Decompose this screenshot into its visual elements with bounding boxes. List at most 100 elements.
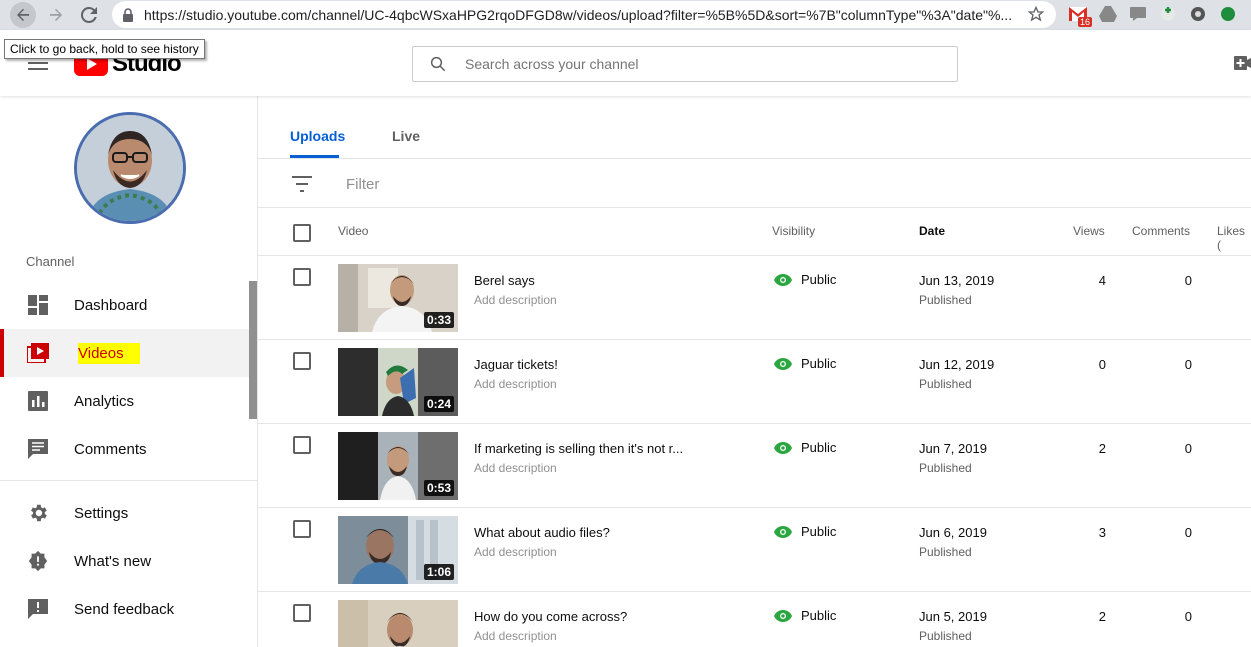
chat-icon[interactable] — [1128, 4, 1148, 24]
video-description[interactable]: Add description — [474, 377, 557, 391]
channel-section-label: Channel — [26, 254, 75, 269]
video-comments: 0 — [1184, 441, 1192, 456]
video-date: Jun 12, 2019 — [919, 357, 995, 372]
row-checkbox[interactable] — [293, 268, 311, 286]
video-thumbnail[interactable]: 0:24 — [338, 348, 458, 416]
visibility-label: Public — [801, 524, 837, 539]
search-input[interactable] — [465, 56, 925, 72]
table-row[interactable]: 1:06 What about audio files? Add descrip… — [258, 508, 1251, 592]
browser-toolbar: https://studio.youtube.com/channel/UC-4q… — [0, 0, 1251, 30]
row-checkbox[interactable] — [293, 352, 311, 370]
visibility-cell[interactable]: Public — [774, 440, 836, 455]
sidebar-item-dashboard[interactable]: Dashboard — [0, 281, 257, 329]
column-visibility[interactable]: Visibility — [772, 224, 815, 238]
select-all-checkbox[interactable] — [293, 224, 311, 242]
video-duration: 1:06 — [423, 564, 454, 580]
visibility-label: Public — [801, 440, 837, 455]
sidebar-item-videos[interactable]: Videos — [0, 329, 257, 377]
sidebar-item-whats-new[interactable]: What's new — [0, 537, 257, 585]
extension-tray: 16 — [1068, 4, 1238, 27]
table-header: Video Visibility Date Views Comments Lik… — [258, 208, 1251, 256]
table-row[interactable]: How do you come across? Add description … — [258, 592, 1251, 647]
sidebar: Channel Dashboard Videos Analytics Comme… — [0, 96, 258, 647]
gmail-icon[interactable]: 16 — [1068, 4, 1092, 27]
video-thumbnail[interactable] — [338, 600, 458, 647]
column-comments[interactable]: Comments — [1132, 224, 1190, 238]
visibility-cell[interactable]: Public — [774, 272, 836, 287]
sidebar-item-label: Dashboard — [74, 296, 148, 314]
sidebar-item-label: Send feedback — [74, 600, 175, 618]
sidebar-item-label: What's new — [74, 552, 152, 570]
video-description[interactable]: Add description — [474, 545, 557, 559]
eye-icon — [774, 609, 792, 622]
sidebar-item-label: Comments — [74, 440, 147, 458]
sidebar-item-analytics[interactable]: Analytics — [0, 377, 257, 425]
video-views: 4 — [1098, 273, 1106, 288]
forward-button[interactable] — [43, 2, 69, 28]
row-checkbox[interactable] — [293, 604, 311, 622]
back-button[interactable] — [10, 2, 36, 28]
video-description[interactable]: Add description — [474, 629, 557, 643]
drive-icon[interactable] — [1098, 4, 1118, 24]
video-thumbnail[interactable]: 1:06 — [338, 516, 458, 584]
record-icon[interactable] — [1188, 4, 1208, 24]
settings-icon — [26, 501, 50, 525]
filter-bar[interactable]: Filter — [258, 160, 1251, 208]
video-title[interactable]: Jaguar tickets! — [474, 357, 558, 372]
create-video-icon[interactable] — [1234, 56, 1251, 70]
tab-uploads[interactable]: Uploads — [290, 128, 345, 144]
eye-icon — [774, 441, 792, 454]
row-checkbox[interactable] — [293, 436, 311, 454]
eye-icon — [774, 273, 792, 286]
table-row[interactable]: 0:24 Jaguar tickets! Add description Pub… — [258, 340, 1251, 424]
video-comments: 0 — [1184, 609, 1192, 624]
column-views[interactable]: Views — [1073, 224, 1105, 238]
video-description[interactable]: Add description — [474, 461, 557, 475]
address-bar[interactable]: https://studio.youtube.com/channel/UC-4q… — [112, 1, 1056, 28]
video-thumbnail[interactable]: 0:33 — [338, 264, 458, 332]
tab-live[interactable]: Live — [392, 128, 420, 144]
video-duration: 0:53 — [423, 480, 454, 496]
profile-icon[interactable] — [1218, 4, 1238, 24]
sidebar-item-send-feedback[interactable]: Send feedback — [0, 585, 257, 633]
video-title[interactable]: How do you come across? — [474, 609, 627, 624]
filter-placeholder[interactable]: Filter — [346, 176, 379, 193]
back-tooltip: Click to go back, hold to see history — [4, 39, 205, 59]
sidebar-item-comments[interactable]: Comments — [0, 425, 257, 473]
bookmark-star-icon[interactable] — [1028, 6, 1044, 22]
visibility-label: Public — [801, 356, 837, 371]
video-views: 2 — [1098, 609, 1106, 624]
table-row[interactable]: 0:53 If marketing is selling then it's n… — [258, 424, 1251, 508]
video-title[interactable]: If marketing is selling then it's not r.… — [474, 441, 683, 456]
video-date: Jun 7, 2019 — [919, 441, 987, 456]
sidebar-item-label: Settings — [74, 504, 129, 522]
feedback-icon — [26, 597, 50, 621]
visibility-cell[interactable]: Public — [774, 524, 836, 539]
sidebar-item-settings[interactable]: Settings — [0, 489, 257, 537]
visibility-cell[interactable]: Public — [774, 608, 836, 623]
videos-icon — [26, 341, 50, 365]
channel-search[interactable] — [412, 46, 958, 82]
column-date[interactable]: Date — [919, 224, 945, 238]
column-video: Video — [338, 224, 369, 238]
video-description[interactable]: Add description — [474, 293, 557, 307]
video-views: 3 — [1098, 525, 1106, 540]
video-title[interactable]: Berel says — [474, 273, 535, 288]
video-thumbnail[interactable]: 0:53 — [338, 432, 458, 500]
sidebar-item-label: Videos — [78, 342, 140, 364]
tasks-icon[interactable] — [1158, 4, 1178, 24]
reload-button[interactable] — [76, 2, 102, 28]
filter-icon[interactable] — [292, 176, 312, 192]
video-date: Jun 5, 2019 — [919, 609, 987, 624]
gmail-badge: 16 — [1077, 17, 1092, 27]
eye-icon — [774, 525, 792, 538]
back-arrow-icon — [17, 8, 29, 21]
visibility-label: Public — [801, 272, 837, 287]
table-row[interactable]: 0:33 Berel says Add description Public J… — [258, 256, 1251, 340]
row-checkbox[interactable] — [293, 520, 311, 538]
sidebar-scrollbar[interactable] — [249, 281, 257, 419]
visibility-cell[interactable]: Public — [774, 356, 836, 371]
column-likes[interactable]: Likes ( — [1217, 224, 1251, 252]
video-title[interactable]: What about audio files? — [474, 525, 610, 540]
channel-avatar[interactable] — [74, 112, 186, 224]
